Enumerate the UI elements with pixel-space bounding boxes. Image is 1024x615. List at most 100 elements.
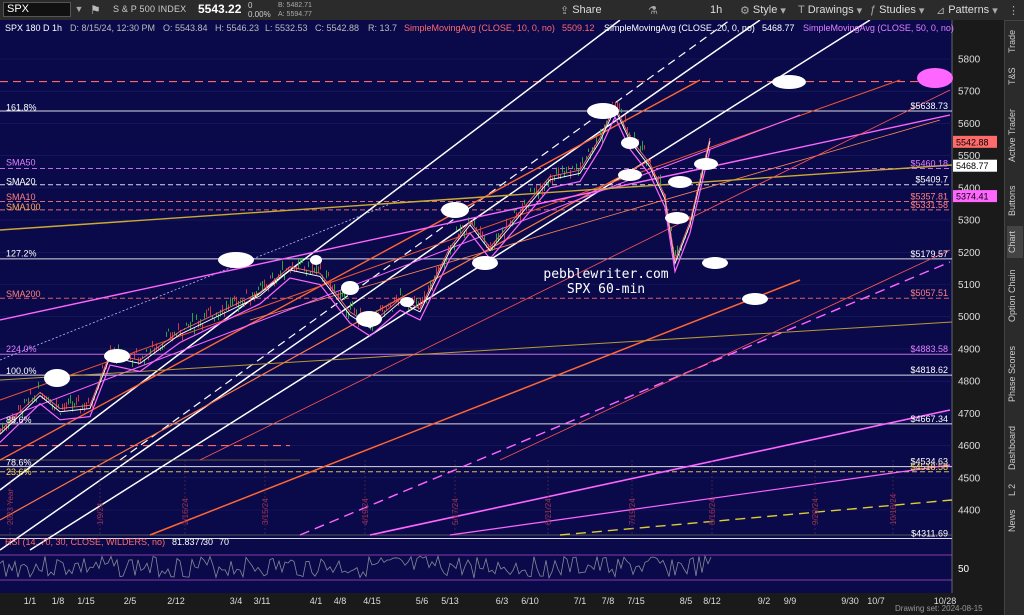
ellipse-marker[interactable] — [618, 169, 642, 181]
rsi-ob: 30 — [203, 537, 213, 547]
time-axis-label: 3/11 — [254, 596, 271, 606]
bar-date: D: 8/15/24, 12:30 PM — [70, 23, 155, 33]
price-axis-label: 5600 — [958, 119, 981, 130]
sidebar-tab-buttons[interactable]: Buttons — [1007, 179, 1023, 223]
date-marker-label: 9/20/24 — [811, 498, 820, 525]
rsi-os: 70 — [219, 537, 229, 547]
price-axis-label: 4900 — [958, 344, 981, 355]
date-marker-label: 4/19/24 — [361, 498, 370, 525]
timeframe-button[interactable]: 1h — [710, 2, 722, 18]
rsi-axis-label: 50 — [958, 564, 970, 575]
drawing-icon: T — [798, 4, 805, 16]
date-marker-label: 8/16/24 — [708, 498, 717, 525]
left-level-label: SMA10 — [6, 192, 36, 202]
sma10-label[interactable]: SimpleMovingAvg (CLOSE, 10, 0, no) — [404, 23, 555, 33]
sidebar-tab-option-chain[interactable]: Option Chain — [1007, 263, 1023, 329]
sidebar-tab-phase-scores[interactable]: Phase Scores — [1007, 334, 1023, 414]
ellipse-marker[interactable] — [44, 369, 70, 387]
studies-button[interactable]: ƒ Studies ▾ — [870, 2, 924, 18]
rsi-label[interactable]: RSI (14, 70, 30, CLOSE, WILDERS, no) — [5, 537, 165, 547]
price-axis-label: 4700 — [958, 409, 981, 420]
price-chart[interactable]: 2023 Year 1/9/24 2/16/24 3/15/24 4/19/24 5/17… — [0, 20, 1004, 615]
date-marker-label: 10/18/24 — [889, 493, 898, 525]
symbol-input[interactable]: SPX — [3, 2, 71, 17]
patterns-icon: ⊿ — [936, 4, 946, 17]
ellipse-marker[interactable] — [104, 349, 130, 363]
right-sidebar: Trade T&S Active Trader Buttons Chart Option … — [1004, 21, 1024, 615]
sidebar-tab-l-2[interactable]: L 2 — [1007, 483, 1023, 497]
time-axis-label: 2/5 — [124, 596, 137, 606]
ellipse-marker[interactable] — [310, 255, 322, 265]
left-level-label: 88.6% — [6, 415, 32, 425]
ellipse-marker[interactable] — [742, 293, 768, 305]
sidebar-tab-trade[interactable]: Trade — [1007, 25, 1023, 57]
left-level-label: 127.2% — [6, 249, 37, 259]
ellipse-marker[interactable] — [441, 202, 469, 218]
sma20-label[interactable]: SimpleMovingAvg (CLOSE, 20, 0, no) — [604, 23, 755, 33]
price-axis-label: 5000 — [958, 312, 981, 323]
sidebar-tab-active-trader[interactable]: Active Trader — [1007, 95, 1023, 175]
bar-open: O: 5543.84 — [163, 23, 208, 33]
flask-icon[interactable]: ⚗ — [648, 2, 658, 18]
bar-low: L: 5532.53 — [265, 23, 308, 33]
level-label: $4518.58 — [910, 462, 948, 472]
drawings-button[interactable]: T Drawings ▾ — [798, 2, 862, 18]
time-axis-label: 1/15 — [77, 596, 95, 606]
ellipse-marker[interactable] — [621, 137, 639, 149]
time-axis-label: 2/12 — [167, 596, 185, 606]
ellipse-marker[interactable] — [218, 252, 254, 268]
price-axis-label: 4800 — [958, 377, 981, 388]
ellipse-marker[interactable] — [472, 256, 498, 270]
left-level-label: 23.6% — [6, 467, 32, 477]
left-level-label: 161.8% — [6, 102, 37, 112]
date-marker-label: 6/21/24 — [544, 498, 553, 525]
share-button[interactable]: ⇪ Share — [560, 2, 602, 18]
left-level-label: 100.0% — [6, 366, 37, 376]
date-marker-label: 1/9/24 — [96, 502, 105, 525]
date-marker-label: 5/17/24 — [451, 498, 460, 525]
studies-icon: ƒ — [870, 4, 877, 16]
time-axis-label: 3/4 — [230, 596, 243, 606]
price-axis-label: 4600 — [958, 441, 981, 452]
date-marker-label: 2/16/24 — [181, 498, 190, 525]
watermark-url: pebblewriter.com — [543, 267, 668, 282]
date-marker-label: 3/15/24 — [261, 498, 270, 525]
sma50-label[interactable]: SimpleMovingAvg (CLOSE, 50, 0, no) — [803, 23, 954, 33]
chart-area — [0, 20, 952, 535]
ellipse-marker[interactable] — [668, 176, 692, 188]
level-label: $5638.73 — [910, 101, 948, 111]
time-axis-label: 9/9 — [784, 596, 797, 606]
footer-note: Drawing set: 2024-08-15 — [895, 604, 983, 613]
left-level-label: SMA100 — [6, 202, 41, 212]
share-icon: ⇪ — [560, 4, 570, 17]
symbol-dropdown-icon[interactable]: ▼ — [72, 2, 86, 17]
level-label: $5179.57 — [910, 249, 948, 259]
sidebar-tab-t-s[interactable]: T&S — [1007, 61, 1023, 91]
ellipse-marker[interactable] — [400, 297, 414, 307]
price-axis-label: 4400 — [958, 506, 981, 517]
left-level-label: SMA200 — [6, 289, 41, 299]
style-button[interactable]: ⚙ Style ▾ — [740, 2, 786, 18]
patterns-button[interactable]: ⊿ Patterns ▾ — [936, 2, 998, 18]
sidebar-tab-news[interactable]: News — [1007, 501, 1023, 541]
time-axis-label: 9/30 — [841, 596, 859, 606]
ellipse-marker[interactable] — [341, 281, 359, 295]
ellipse-marker[interactable] — [702, 257, 728, 269]
time-axis-label: 1/8 — [52, 596, 65, 606]
flag-icon[interactable]: ⚑ — [90, 2, 101, 18]
sidebar-tab-chart[interactable]: Chart — [1007, 226, 1023, 258]
ellipse-marker[interactable] — [665, 212, 689, 224]
more-icon[interactable]: ⋮ — [1008, 2, 1019, 18]
ellipse-marker[interactable] — [356, 311, 382, 327]
ellipse-marker[interactable] — [587, 103, 619, 119]
price-axis-label: 5800 — [958, 55, 981, 66]
ellipse-marker[interactable] — [694, 158, 718, 170]
level-label: $5409.7 — [915, 175, 948, 185]
sidebar-tab-dashboard[interactable]: Dashboard — [1007, 419, 1023, 477]
ellipse-marker[interactable] — [917, 68, 953, 88]
time-axis-label: 8/5 — [680, 596, 693, 606]
symbol-name: S & P 500 INDEX — [113, 4, 187, 14]
ellipse-marker[interactable] — [772, 75, 806, 89]
chart-title: SPX 180 D 1h — [5, 23, 62, 33]
price-tag-text: 5542.88 — [956, 137, 989, 147]
